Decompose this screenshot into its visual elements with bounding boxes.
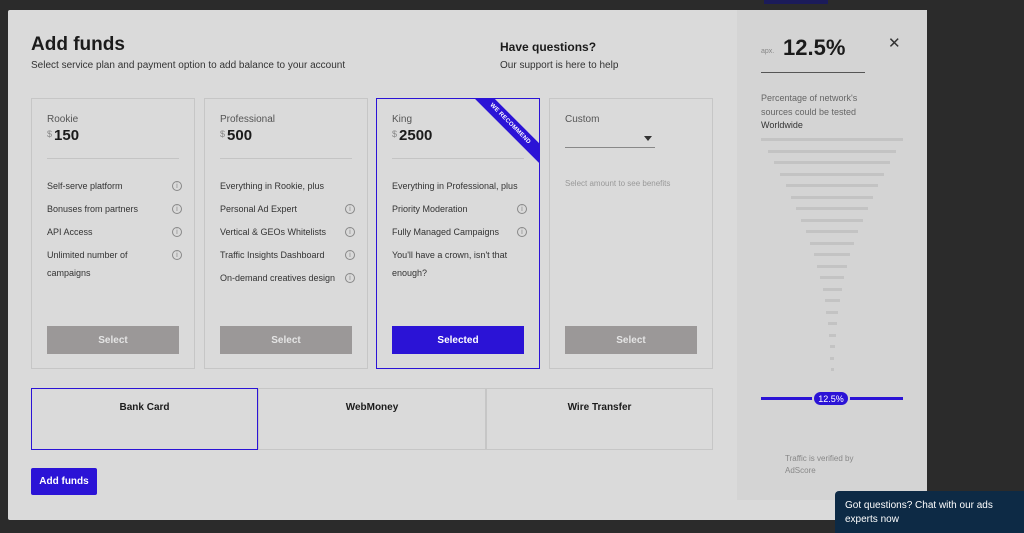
plan-card-king[interactable]: WE RECOMMEND King $ 2500 Everything in P… — [376, 98, 540, 369]
divider — [392, 158, 524, 159]
coverage-description: Percentage of network's sources could be… — [761, 93, 858, 117]
info-icon[interactable]: i — [172, 250, 182, 260]
plan-price: $ 2500 — [392, 127, 432, 144]
funnel-bar — [820, 276, 844, 279]
funnel-bar — [830, 356, 834, 360]
select-king-button[interactable]: Selected — [392, 326, 524, 354]
feature-item: Fully Managed Campaigns i — [392, 223, 527, 241]
add-funds-modal: Add funds Select service plan and paymen… — [8, 10, 927, 520]
feature-item: Priority Moderation i — [392, 200, 527, 218]
feature-item: Everything in Rookie, plus — [220, 181, 325, 191]
add-funds-button[interactable]: Add funds — [31, 468, 97, 495]
info-icon[interactable]: i — [345, 227, 355, 237]
plan-name: Rookie — [47, 114, 79, 125]
plan-amount: 150 — [54, 127, 80, 144]
funnel-bar — [768, 149, 896, 153]
feature-item: On-demand creatives design i — [220, 269, 355, 287]
chevron-down-icon — [644, 136, 652, 141]
feature-list: Everything in Rookie, plus Personal Ad E… — [220, 177, 355, 292]
funnel-bar — [827, 322, 837, 325]
funnel-bar — [828, 333, 836, 337]
funnel-bar — [761, 138, 903, 141]
page-title: Add funds — [31, 34, 125, 55]
feature-list: Self-serve platform i Bonuses from partne… — [47, 177, 182, 287]
approx-label: apx. — [761, 48, 775, 55]
plan-name: King — [392, 114, 413, 125]
divider — [761, 72, 865, 73]
plan-card-professional[interactable]: Professional $ 500 Everything in Rookie,… — [204, 98, 368, 369]
payment-webmoney[interactable]: WebMoney — [258, 388, 486, 450]
plan-amount: 500 — [227, 127, 253, 144]
plan-name: Professional — [220, 114, 276, 125]
funnel-bar — [822, 287, 842, 291]
funnel-bar — [830, 368, 834, 371]
coverage-percent: 12.5% — [783, 35, 846, 60]
coverage-sidebar: apx. 12.5% Percentage of network's sourc… — [737, 10, 927, 500]
feature-item: Self-serve platform i — [47, 177, 182, 195]
feature-item: Vertical & GEOs Whitelists i — [220, 223, 355, 241]
questions-subtitle: Our support is here to help — [500, 60, 619, 71]
funnel-bar — [824, 299, 840, 302]
coverage-slider-handle[interactable]: 12.5% — [812, 390, 850, 407]
info-icon[interactable]: i — [172, 181, 182, 191]
feature-item: Traffic Insights Dashboard i — [220, 246, 355, 264]
funnel-bar — [806, 230, 858, 233]
feature-item: Personal Ad Expert i — [220, 200, 355, 218]
plan-name: Custom — [565, 114, 600, 125]
divider — [47, 158, 179, 159]
verified-note: Traffic is verified by AdScore — [785, 454, 854, 475]
funnel-bar — [829, 345, 835, 348]
info-icon[interactable]: i — [172, 204, 182, 214]
select-rookie-button[interactable]: Select — [47, 326, 179, 354]
info-icon[interactable]: i — [517, 227, 527, 237]
close-icon[interactable]: ✕ — [888, 34, 901, 52]
select-professional-button[interactable]: Select — [220, 326, 352, 354]
plan-amount: 2500 — [399, 127, 433, 144]
custom-amount-select[interactable] — [565, 134, 655, 148]
feature-item: API Access i — [47, 223, 182, 241]
plan-card-rookie[interactable]: Rookie $ 150 Self-serve platform i Bonuse… — [31, 98, 195, 369]
funnel-bar — [786, 184, 878, 187]
payment-bank-card[interactable]: Bank Card — [31, 388, 258, 450]
chat-widget[interactable]: Got questions? Chat with our ads experts… — [835, 491, 1024, 533]
funnel-bar — [826, 310, 838, 314]
custom-hint: Select amount to see benefits — [565, 179, 671, 188]
funnel-bar — [780, 172, 884, 176]
funnel-bar — [810, 241, 854, 245]
currency-symbol: $ — [392, 129, 398, 139]
currency-symbol: $ — [47, 129, 53, 139]
payment-wire-transfer[interactable]: Wire Transfer — [486, 388, 713, 450]
info-icon[interactable]: i — [172, 227, 182, 237]
background-accent — [764, 0, 828, 4]
funnel-bar — [801, 218, 863, 222]
feature-list: Everything in Professional, plus Priorit… — [392, 177, 527, 287]
questions-title: Have questions? — [500, 40, 597, 54]
currency-symbol: $ — [220, 129, 226, 139]
feature-item: Bonuses from partners i — [47, 200, 182, 218]
info-icon[interactable]: i — [345, 204, 355, 214]
feature-item: Everything in Professional, plus — [392, 181, 518, 191]
feature-item: Unlimited number of campaigns i — [47, 246, 182, 282]
coverage-region: Worldwide — [761, 120, 803, 130]
plan-card-custom[interactable]: Custom Select amount to see benefits Sel… — [549, 98, 713, 369]
info-icon[interactable]: i — [345, 250, 355, 260]
select-custom-button[interactable]: Select — [565, 326, 697, 354]
funnel-bar — [791, 195, 873, 199]
funnel-bar — [814, 253, 850, 256]
page-subtitle: Select service plan and payment option t… — [31, 60, 346, 71]
funnel-bar — [774, 161, 890, 164]
info-icon[interactable]: i — [345, 273, 355, 283]
plan-price: $ 500 — [220, 127, 252, 144]
divider — [220, 158, 352, 159]
feature-item: You'll have a crown, isn't that enough? — [392, 250, 508, 278]
funnel-bar — [817, 264, 847, 268]
plan-price: $ 150 — [47, 127, 79, 144]
funnel-bar — [796, 207, 868, 210]
info-icon[interactable]: i — [517, 204, 527, 214]
